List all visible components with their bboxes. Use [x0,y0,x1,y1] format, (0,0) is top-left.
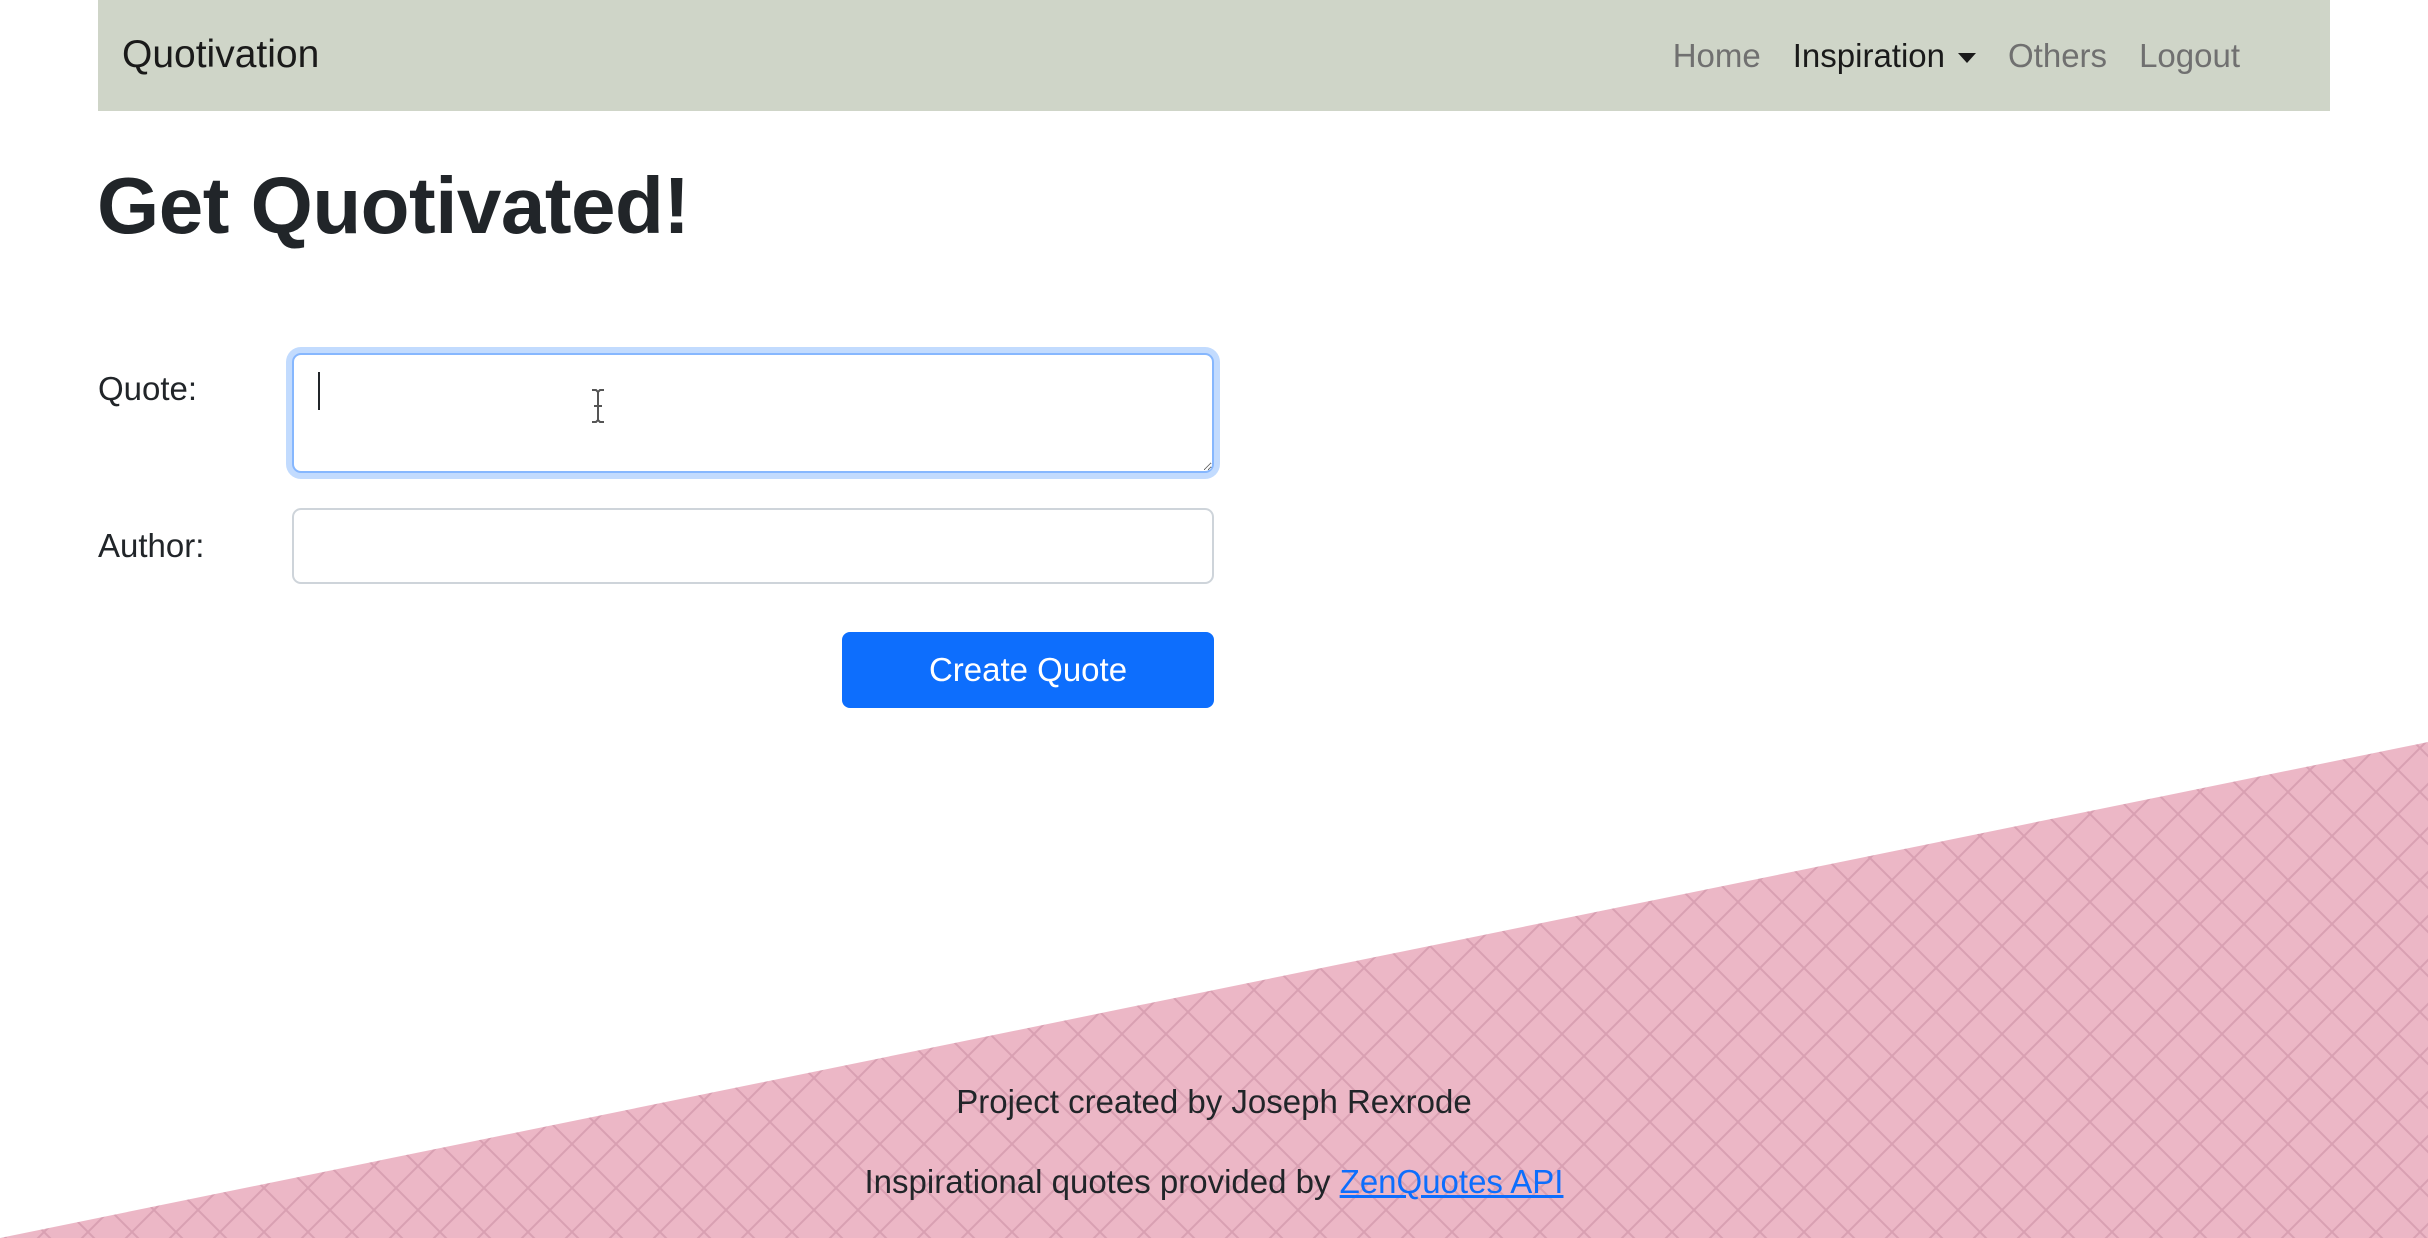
nav-logout-link[interactable]: Logout [2139,37,2240,75]
ibeam-cursor-icon [592,389,604,423]
zenquotes-api-link[interactable]: ZenQuotes API [1340,1163,1564,1200]
page: Quotivation Home Inspiration Others Logo… [0,0,2428,1238]
author-input[interactable] [292,508,1214,584]
create-quote-button[interactable]: Create Quote [842,632,1214,708]
footer-credit: Project created by Joseph Rexrode [956,1083,1472,1120]
nav-inspiration-dropdown[interactable]: Inspiration [1792,36,1977,75]
page-title: Get Quotivated! [97,161,690,250]
footer-api-credit: Inspirational quotes provided by ZenQuot… [0,1163,2428,1201]
author-label: Author: [98,527,205,564]
nav-inspiration-label: Inspiration [1792,36,1946,74]
quote-textarea[interactable] [292,353,1214,473]
text-cursor [318,372,320,410]
caret-down-icon [1958,52,1977,63]
navbar: Quotivation Home Inspiration Others Logo… [98,0,2330,111]
nav-others-link[interactable]: Others [2008,37,2107,75]
nav-home-link[interactable]: Home [1673,37,1761,75]
quote-label: Quote: [98,370,198,407]
nav-links: Home Inspiration Others Logout [1641,37,2240,75]
api-credit-prefix: Inspirational quotes provided by [864,1163,1340,1200]
brand-link[interactable]: Quotivation [122,33,319,77]
